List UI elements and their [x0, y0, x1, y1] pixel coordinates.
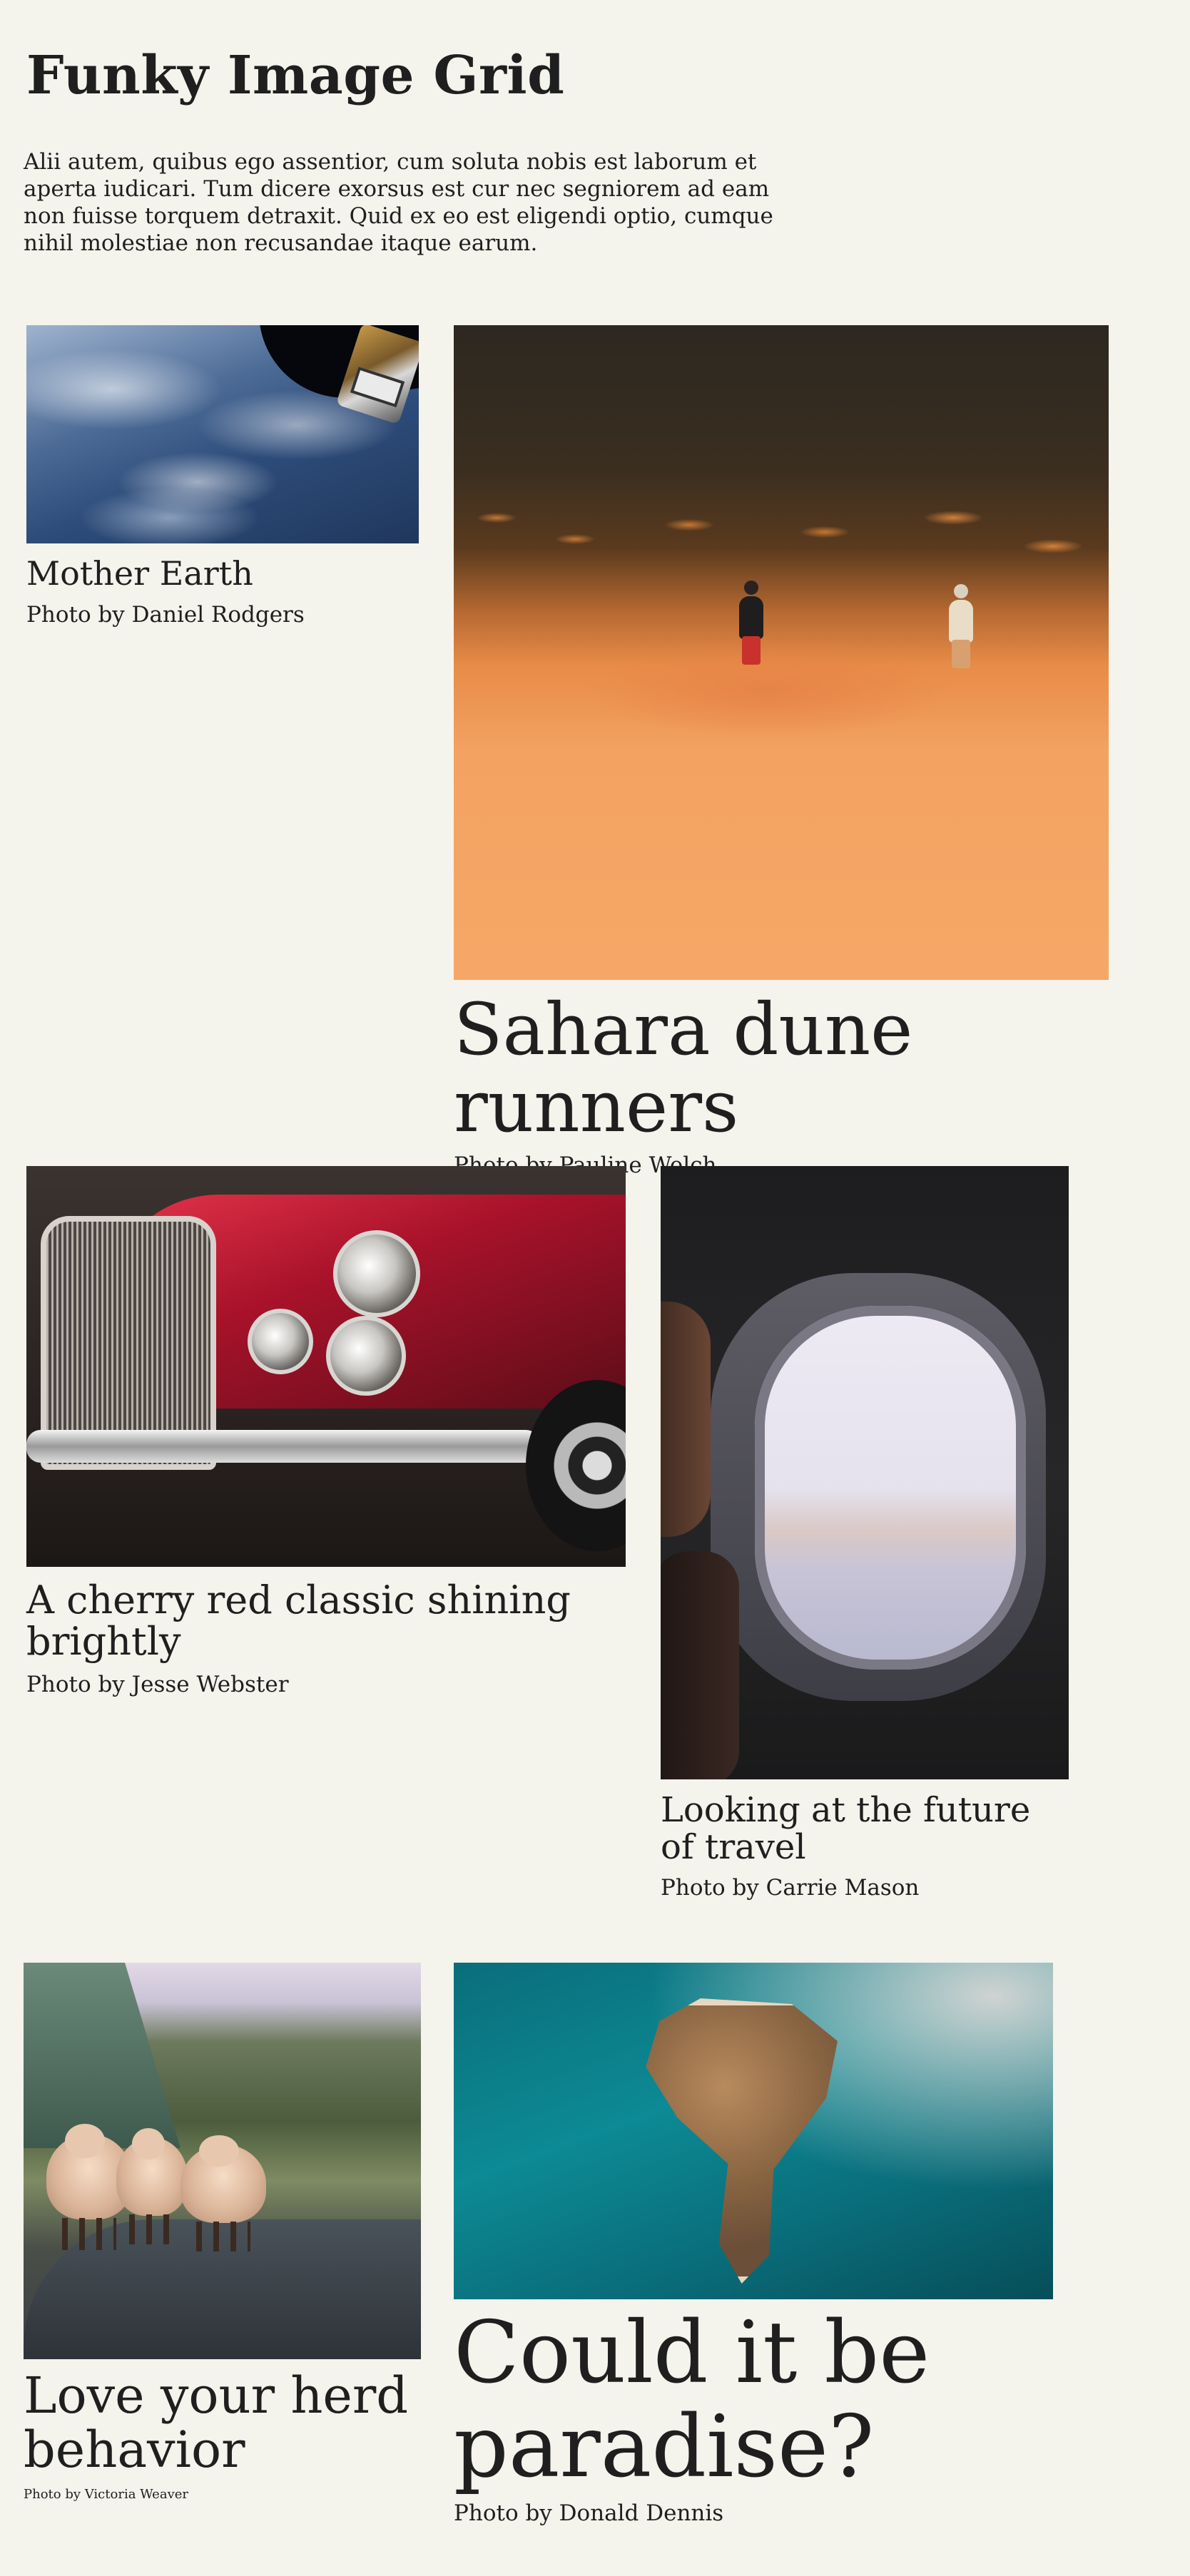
- classic-car-photo: [26, 1166, 626, 1567]
- photo-credit: Photo by Victoria Weaver: [24, 2487, 188, 2503]
- card-title: A cherry red classic shining brightly: [26, 1578, 571, 1665]
- photo-credit: Photo by Daniel Rodgers: [26, 601, 305, 628]
- page-title: Funky Image Grid: [26, 45, 565, 106]
- earth-from-space-photo: [26, 325, 419, 543]
- image-card-airplane-window: Looking at the future of travel Photo by…: [661, 1166, 1069, 1901]
- image-card-classic-car: A cherry red classic shining brightly Ph…: [26, 1166, 626, 1698]
- intro-paragraph: Alii autem, quibus ego assentior, cum so…: [24, 149, 773, 256]
- airplane-window-photo: [661, 1166, 1069, 1779]
- image-card-sahara: Sahara dune runners Photo by Pauline Wel…: [454, 325, 1109, 1179]
- card-title: Could it be paradise?: [454, 2304, 930, 2497]
- photo-credit: Photo by Carrie Mason: [661, 1874, 920, 1901]
- image-card-mother-earth: Mother Earth Photo by Daniel Rodgers: [26, 325, 419, 628]
- card-title: Looking at the future of travel: [661, 1790, 1031, 1867]
- image-card-island: Could it be paradise? Photo by Donald De…: [454, 1963, 1053, 2527]
- sahara-runners-photo: [454, 325, 1109, 980]
- card-title: Love your herd behavior: [24, 2366, 409, 2479]
- island-aerial-photo: [454, 1963, 1053, 2299]
- card-title: Sahara dune runners: [454, 988, 913, 1148]
- photo-credit: Photo by Jesse Webster: [26, 1671, 289, 1697]
- image-card-sheep: Love your herd behavior Photo by Victori…: [24, 1963, 421, 2503]
- sheep-on-road-photo: [24, 1963, 421, 2359]
- card-title: Mother Earth: [26, 554, 253, 593]
- photo-credit: Photo by Donald Dennis: [454, 2500, 724, 2526]
